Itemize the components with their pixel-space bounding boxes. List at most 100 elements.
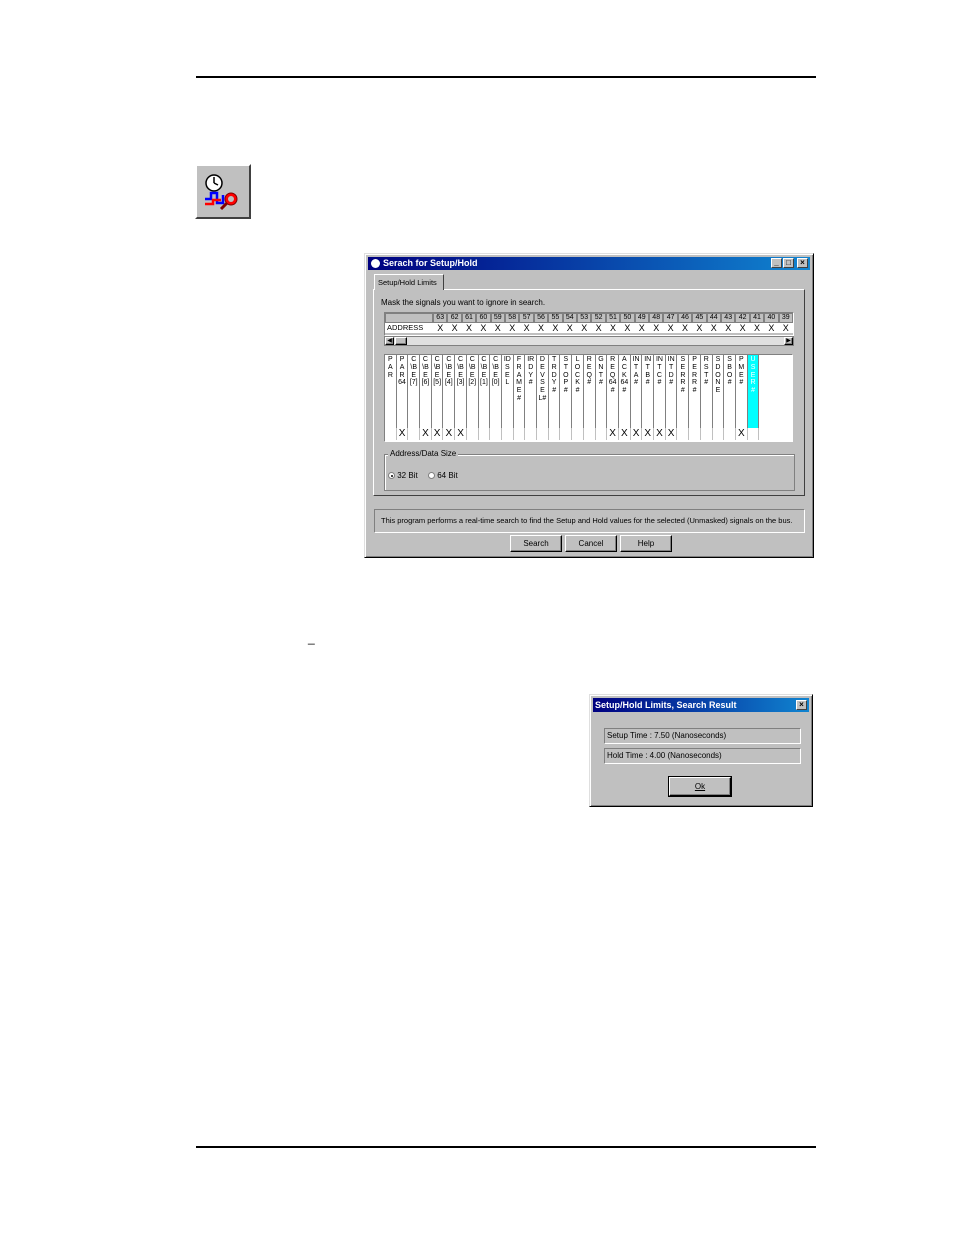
signal-column[interactable]: TRDY# — [548, 355, 561, 428]
signal-mask-cell[interactable] — [724, 428, 736, 440]
scroll-right-arrow[interactable]: ▶ — [784, 337, 793, 345]
address-bit-mask[interactable]: X — [706, 323, 721, 333]
signal-column[interactable]: LOCK# — [572, 355, 584, 428]
signal-mask-cell[interactable]: X — [630, 428, 643, 440]
signal-mask-cell[interactable] — [537, 428, 549, 440]
address-bit-mask[interactable]: X — [663, 323, 678, 333]
signal-mask-cell[interactable]: X — [665, 428, 678, 440]
address-bit-mask[interactable]: X — [778, 323, 793, 333]
address-bit-mask[interactable]: X — [677, 323, 693, 333]
signal-column[interactable]: C\BE[7] — [408, 355, 421, 428]
address-bit-mask[interactable]: X — [749, 323, 765, 333]
signal-mask-cell[interactable]: X — [607, 428, 619, 440]
dialog-title-bar[interactable]: Serach for Setup/Hold _ □ × — [368, 257, 810, 270]
signal-column[interactable]: PAR64 — [396, 355, 409, 428]
address-bit-mask[interactable]: X — [505, 323, 520, 333]
scroll-left-arrow[interactable]: ◀ — [385, 337, 394, 345]
address-bit-mask[interactable]: X — [490, 323, 505, 333]
radio-32bit-indicator[interactable] — [388, 472, 395, 480]
signal-column[interactable]: GNT# — [595, 355, 608, 428]
address-bit-mask[interactable]: X — [476, 323, 491, 333]
address-bit-mask[interactable]: X — [649, 323, 664, 333]
signal-column[interactable]: INTA# — [630, 355, 643, 428]
address-bit-mask[interactable]: X — [519, 323, 534, 333]
signal-mask-cell[interactable] — [408, 428, 421, 440]
address-bit-mask[interactable]: X — [764, 323, 779, 333]
ok-button[interactable]: Ok — [668, 776, 732, 797]
radio-64bit[interactable]: 64 Bit — [428, 471, 458, 480]
signal-mask-cell[interactable] — [385, 428, 397, 440]
address-bit-mask[interactable]: X — [433, 323, 448, 333]
signal-mask-cell[interactable]: X — [420, 428, 432, 440]
address-bit-mask[interactable]: X — [721, 323, 736, 333]
signal-mask-cell[interactable]: X — [396, 428, 409, 440]
help-button[interactable]: Help — [620, 535, 672, 552]
tab-setup-hold-limits[interactable]: Setup/Hold Limits — [374, 274, 444, 290]
signal-mask-cell[interactable] — [525, 428, 538, 440]
signal-column[interactable]: C\BE[0] — [490, 355, 502, 428]
signal-mask-cell[interactable]: X — [443, 428, 456, 440]
signal-column[interactable]: INTC# — [654, 355, 666, 428]
signal-column[interactable]: USER# — [747, 355, 760, 428]
signal-column[interactable]: REQ64# — [607, 355, 619, 428]
signal-mask-cell[interactable]: X — [654, 428, 666, 440]
signal-column[interactable]: STOP# — [560, 355, 573, 428]
signal-mask-cell[interactable] — [689, 428, 701, 440]
address-bit-mask[interactable]: X — [461, 323, 477, 333]
signal-column[interactable]: RST# — [700, 355, 713, 428]
signal-column[interactable]: C\BE[6] — [420, 355, 432, 428]
address-bit-mask[interactable]: X — [548, 323, 563, 333]
signal-column[interactable]: INTB# — [642, 355, 655, 428]
signal-column[interactable]: ACK64# — [619, 355, 631, 428]
signal-mask-cell[interactable] — [677, 428, 690, 440]
address-bit-mask[interactable]: X — [562, 323, 577, 333]
radio-64bit-indicator[interactable] — [428, 472, 435, 480]
address-scrollbar[interactable]: ◀ ▶ — [384, 336, 794, 346]
signal-column[interactable]: IRDY# — [525, 355, 538, 428]
signal-column[interactable]: INTD# — [665, 355, 678, 428]
signal-mask-cell[interactable] — [560, 428, 573, 440]
signal-mask-cell[interactable] — [478, 428, 491, 440]
signal-mask-cell[interactable] — [712, 428, 725, 440]
minimize-button[interactable]: _ — [771, 258, 782, 268]
signal-mask-cell[interactable] — [700, 428, 713, 440]
cancel-button[interactable]: Cancel — [565, 535, 617, 552]
signal-mask-cell[interactable]: X — [736, 428, 748, 440]
signal-mask-cell[interactable] — [513, 428, 526, 440]
signal-column[interactable]: SERR# — [677, 355, 690, 428]
radio-32bit[interactable]: 32 Bit — [388, 471, 418, 480]
signal-mask-cell[interactable] — [595, 428, 608, 440]
signal-column[interactable]: PME# — [736, 355, 748, 428]
result-close-button[interactable]: × — [796, 700, 807, 710]
address-bit-mask[interactable]: X — [577, 323, 592, 333]
signal-mask-cell[interactable] — [502, 428, 514, 440]
address-bit-mask[interactable]: X — [735, 323, 750, 333]
close-button[interactable]: × — [797, 258, 808, 268]
signal-column[interactable]: C\BE[2] — [466, 355, 479, 428]
signal-mask-cell[interactable] — [583, 428, 596, 440]
address-bit-mask[interactable]: X — [634, 323, 649, 333]
signal-column[interactable]: C\BE[4] — [443, 355, 456, 428]
address-bit-mask[interactable]: X — [591, 323, 606, 333]
signal-column[interactable]: PAR — [385, 355, 397, 428]
signal-column[interactable]: C\BE[5] — [431, 355, 444, 428]
maximize-button[interactable]: □ — [783, 258, 794, 268]
address-bit-mask[interactable]: X — [605, 323, 621, 333]
signal-mask-cell[interactable] — [548, 428, 561, 440]
signal-column[interactable]: PERR# — [689, 355, 701, 428]
address-bit-mask[interactable]: X — [533, 323, 549, 333]
address-bit-mask[interactable]: X — [692, 323, 707, 333]
signal-mask-cell[interactable]: X — [642, 428, 655, 440]
signal-column[interactable]: SBO# — [724, 355, 736, 428]
signal-mask-cell[interactable] — [490, 428, 502, 440]
signal-column[interactable]: IDSEL — [502, 355, 514, 428]
signal-column[interactable]: C\BE[3] — [455, 355, 467, 428]
result-title-bar[interactable]: Setup/Hold Limits, Search Result × — [593, 698, 809, 712]
signal-mask-cell[interactable] — [572, 428, 584, 440]
signal-column[interactable]: REQ# — [583, 355, 596, 428]
search-button[interactable]: Search — [510, 535, 562, 552]
signal-mask-cell[interactable] — [466, 428, 479, 440]
address-bit-mask[interactable]: X — [447, 323, 462, 333]
signal-column[interactable]: FRAME# — [513, 355, 526, 428]
search-setup-hold-tool-icon[interactable] — [195, 164, 251, 219]
